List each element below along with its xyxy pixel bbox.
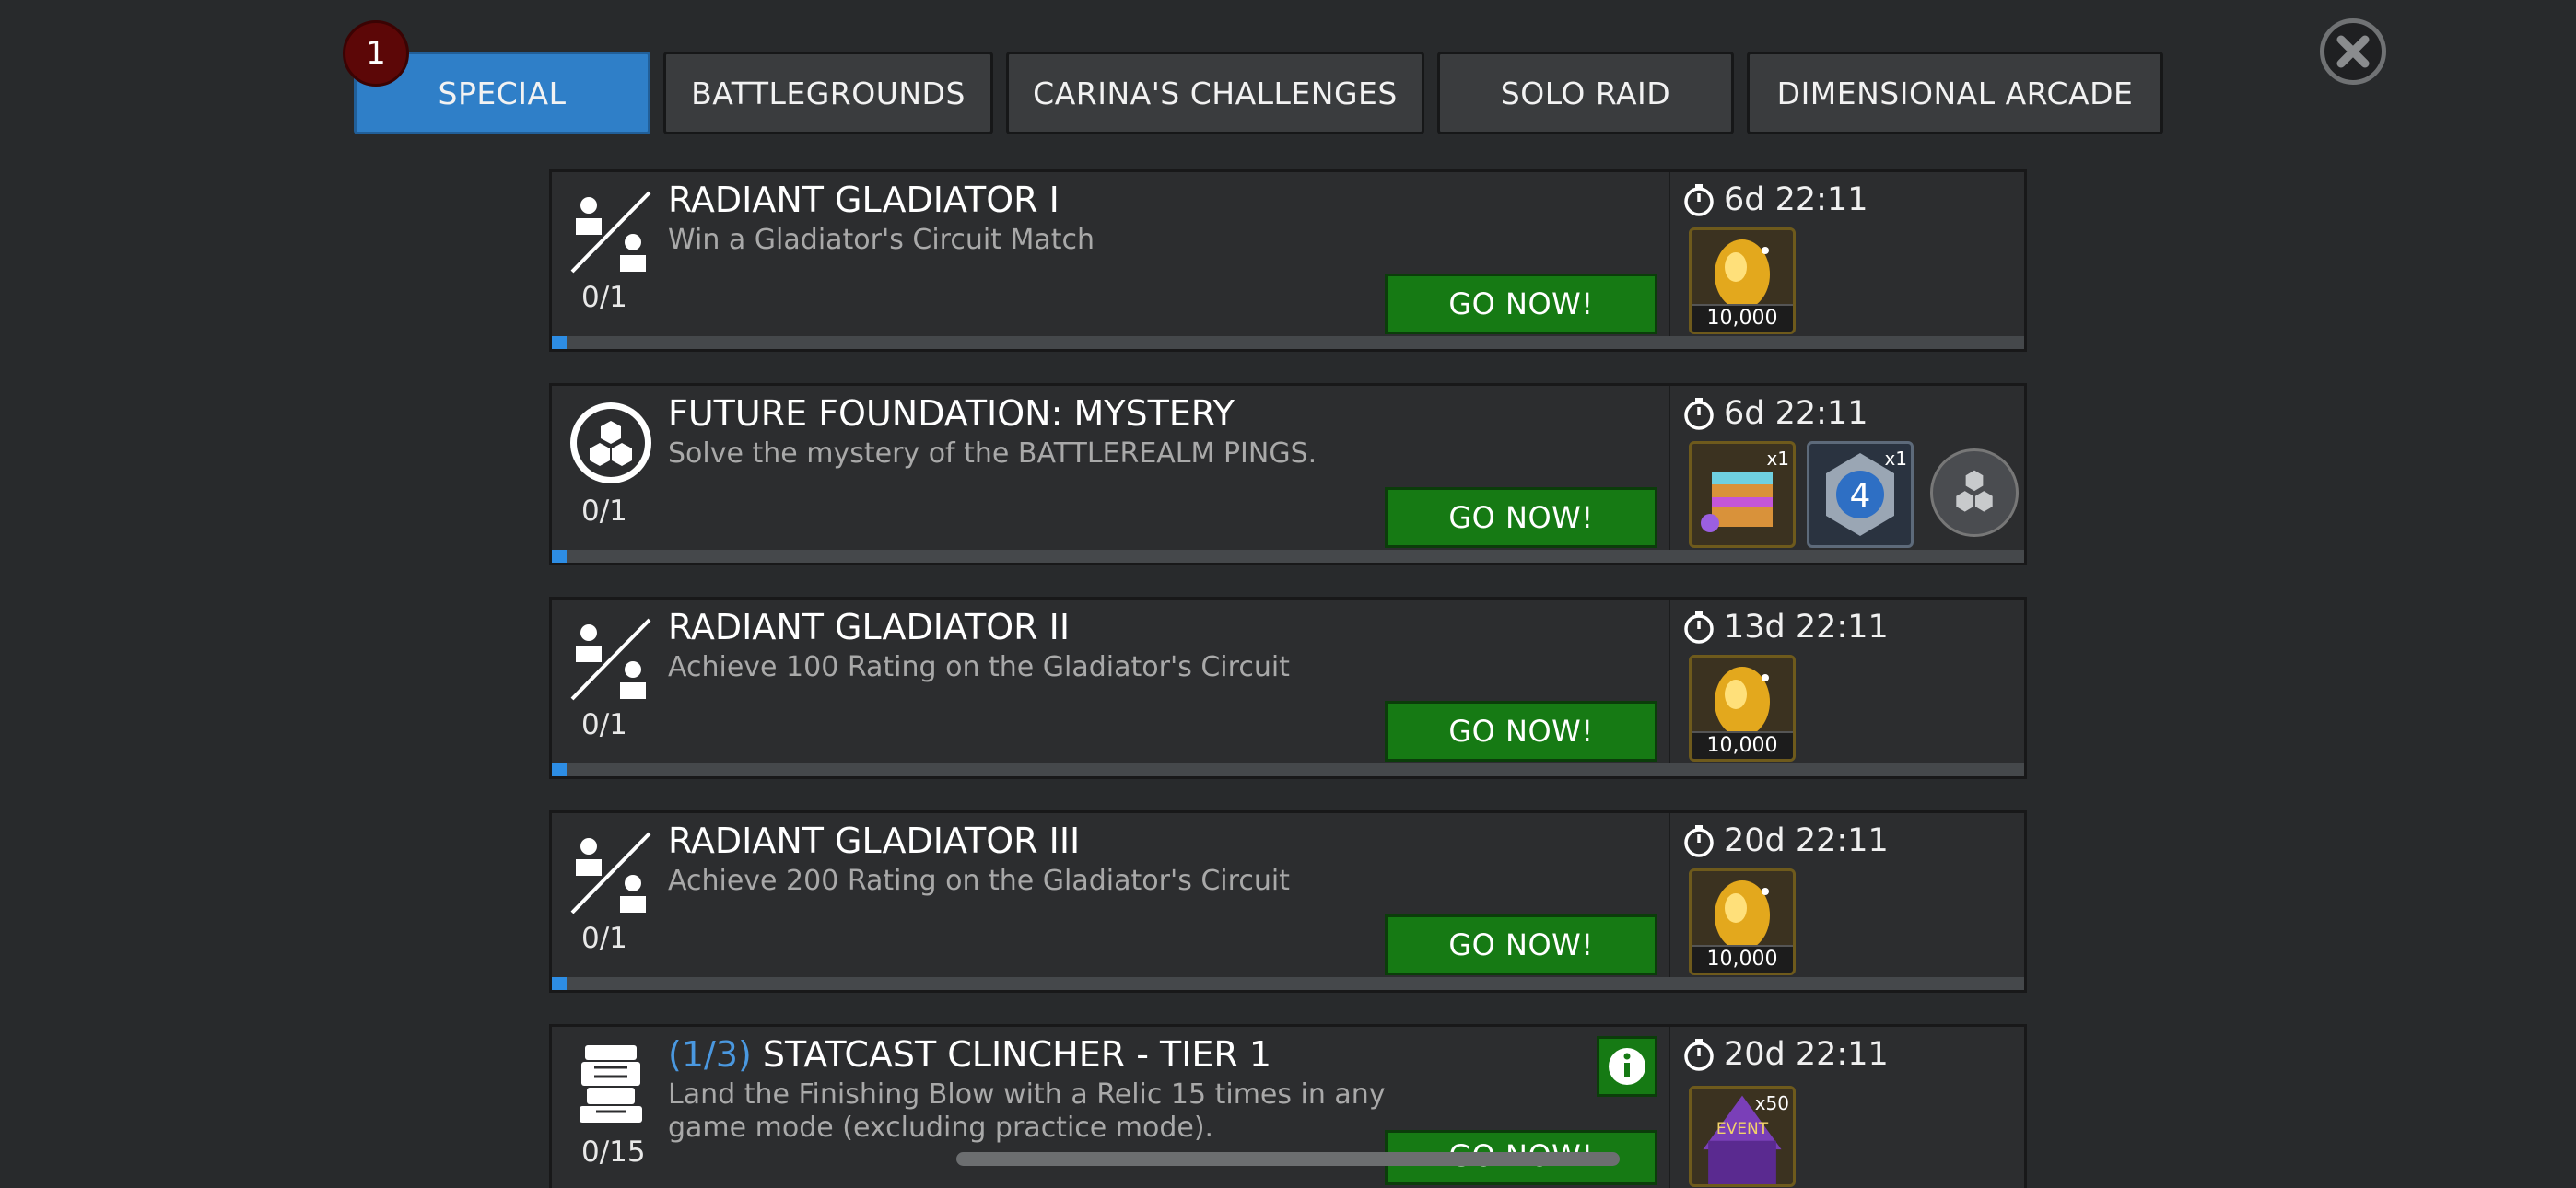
timer-text: 6d 22:11 — [1724, 181, 1868, 218]
quest-description: Land the Finishing Blow with a Relic 15 … — [668, 1078, 1386, 1144]
close-icon — [2336, 35, 2370, 68]
go-now-button[interactable]: GO NOW! — [1385, 487, 1657, 548]
stopwatch-icon — [1684, 398, 1714, 430]
reward-gold-crystal[interactable]: 10,000 — [1689, 868, 1796, 975]
button-label: GO NOW! — [1448, 714, 1594, 749]
progress-fill — [552, 550, 567, 563]
reward-event-token[interactable]: EVENT x50 — [1689, 1086, 1796, 1187]
quest-timer: 6d 22:11 — [1681, 181, 1868, 218]
reward-gold-crystal[interactable]: 10,000 — [1689, 227, 1796, 334]
go-now-button[interactable]: GO NOW! — [1385, 274, 1657, 334]
reward-amount: 10,000 — [1692, 945, 1793, 973]
gladiator-versus-icon — [567, 185, 655, 274]
tab-label: CARINA'S CHALLENGES — [1033, 75, 1398, 111]
stopwatch-icon — [1684, 611, 1714, 644]
quest-description: Win a Gladiator's Circuit Match — [668, 224, 1095, 256]
progress-fill — [552, 336, 567, 349]
svg-text:4: 4 — [1850, 477, 1871, 515]
event-token-label: EVENT — [1716, 1120, 1769, 1138]
reward-amount: 10,000 — [1692, 731, 1793, 759]
quest-timer: 6d 22:11 — [1681, 395, 1868, 432]
quest-title: RADIANT GLADIATOR I — [668, 180, 1060, 220]
gladiator-versus-icon — [567, 826, 655, 914]
card-divider — [1669, 813, 1670, 981]
quest-progress: 0/1 — [581, 281, 627, 314]
card-divider — [1669, 386, 1670, 553]
quest-progress-bar — [552, 763, 2024, 776]
timer-text: 13d 22:11 — [1724, 609, 1889, 646]
notification-badge: 1 — [343, 20, 409, 87]
tab-label: BATTLEGROUNDS — [691, 75, 966, 111]
quest-progress: 0/1 — [581, 922, 627, 955]
quest-progress-bar — [552, 977, 2024, 990]
quest-progress: 0/15 — [581, 1136, 646, 1169]
quest-title: RADIANT GLADIATOR III — [668, 821, 1081, 861]
silver-hexagon-token-icon — [1956, 470, 1993, 512]
info-icon — [1609, 1048, 1645, 1085]
reward-amount: 10,000 — [1692, 304, 1793, 332]
progress-fill — [552, 977, 567, 990]
quest-card: FUTURE FOUNDATION: MYSTERY Solve the mys… — [549, 383, 2027, 565]
card-divider — [1669, 172, 1670, 340]
quest-title: FUTURE FOUNDATION: MYSTERY — [668, 393, 1235, 434]
timer-text: 20d 22:11 — [1724, 1036, 1889, 1073]
quest-progress-bar — [552, 550, 2024, 563]
quest-title: RADIANT GLADIATOR II — [668, 607, 1071, 647]
tab-dimensional-arcade[interactable]: DIMENSIONAL ARCADE — [1747, 52, 2163, 134]
reward-qty: x1 — [1766, 448, 1789, 470]
quest-progress: 0/1 — [581, 495, 627, 528]
info-button[interactable] — [1597, 1036, 1657, 1097]
quest-progress: 0/1 — [581, 708, 627, 741]
tab-carinas-challenges[interactable]: CARINA'S CHALLENGES — [1006, 52, 1424, 134]
quest-card: RADIANT GLADIATOR III Achieve 200 Rating… — [549, 810, 2027, 993]
quest-card: RADIANT GLADIATOR II Achieve 100 Rating … — [549, 597, 2027, 779]
hexagon-cluster-icon — [567, 399, 655, 487]
quest-timer: 20d 22:11 — [1681, 1036, 1889, 1073]
stopwatch-icon — [1684, 184, 1714, 216]
quest-title: (1/3) STATCAST CLINCHER - TIER 1 — [668, 1034, 1271, 1075]
timer-text: 6d 22:11 — [1724, 395, 1868, 432]
card-divider — [1669, 600, 1670, 767]
quests-screen: SPECIAL BATTLEGROUNDS CARINA'S CHALLENGE… — [0, 0, 2576, 1188]
tab-label: SPECIAL — [438, 75, 567, 111]
quest-timer: 20d 22:11 — [1681, 822, 1889, 859]
reward-rainbow-crystal[interactable]: x1 — [1689, 441, 1796, 548]
reward-silver-token[interactable] — [1930, 448, 2019, 537]
reward-gold-crystal[interactable]: 10,000 — [1689, 655, 1796, 762]
tab-label: DIMENSIONAL ARCADE — [1776, 75, 2134, 111]
quest-title-text: STATCAST CLINCHER - TIER 1 — [762, 1034, 1272, 1075]
close-button[interactable] — [2320, 18, 2386, 85]
button-label: GO NOW! — [1448, 927, 1594, 962]
quest-description: Achieve 100 Rating on the Gladiator's Ci… — [668, 651, 1290, 683]
tab-solo-raid[interactable]: SOLO RAID — [1437, 52, 1734, 134]
stopwatch-icon — [1684, 825, 1714, 857]
quest-description: Solve the mystery of the BATTLEREALM PIN… — [668, 437, 1317, 470]
card-divider — [1669, 1027, 1670, 1188]
reward-fantastic-four-crystal[interactable]: 4 x1 — [1807, 441, 1914, 548]
quest-timer: 13d 22:11 — [1681, 609, 1889, 646]
reward-qty: x50 — [1754, 1092, 1789, 1114]
horizontal-scrollbar[interactable] — [956, 1152, 1620, 1166]
badge-count: 1 — [366, 35, 386, 72]
quest-progress-bar — [552, 336, 2024, 349]
tab-label: SOLO RAID — [1500, 75, 1671, 111]
go-now-button[interactable]: GO NOW! — [1385, 701, 1657, 762]
go-now-button[interactable]: GO NOW! — [1385, 914, 1657, 975]
quest-description: Achieve 200 Rating on the Gladiator's Ci… — [668, 865, 1290, 897]
progress-fill — [552, 763, 567, 776]
button-label: GO NOW! — [1448, 286, 1594, 321]
relic-totem-icon — [567, 1040, 655, 1128]
quest-card: RADIANT GLADIATOR I Win a Gladiator's Ci… — [549, 169, 2027, 352]
timer-text: 20d 22:11 — [1724, 822, 1889, 859]
tab-battlegrounds[interactable]: BATTLEGROUNDS — [663, 52, 993, 134]
reward-qty: x1 — [1884, 448, 1907, 470]
quest-step-prefix: (1/3) — [668, 1034, 752, 1075]
stopwatch-icon — [1684, 1039, 1714, 1071]
button-label: GO NOW! — [1448, 500, 1594, 535]
gladiator-versus-icon — [567, 612, 655, 701]
